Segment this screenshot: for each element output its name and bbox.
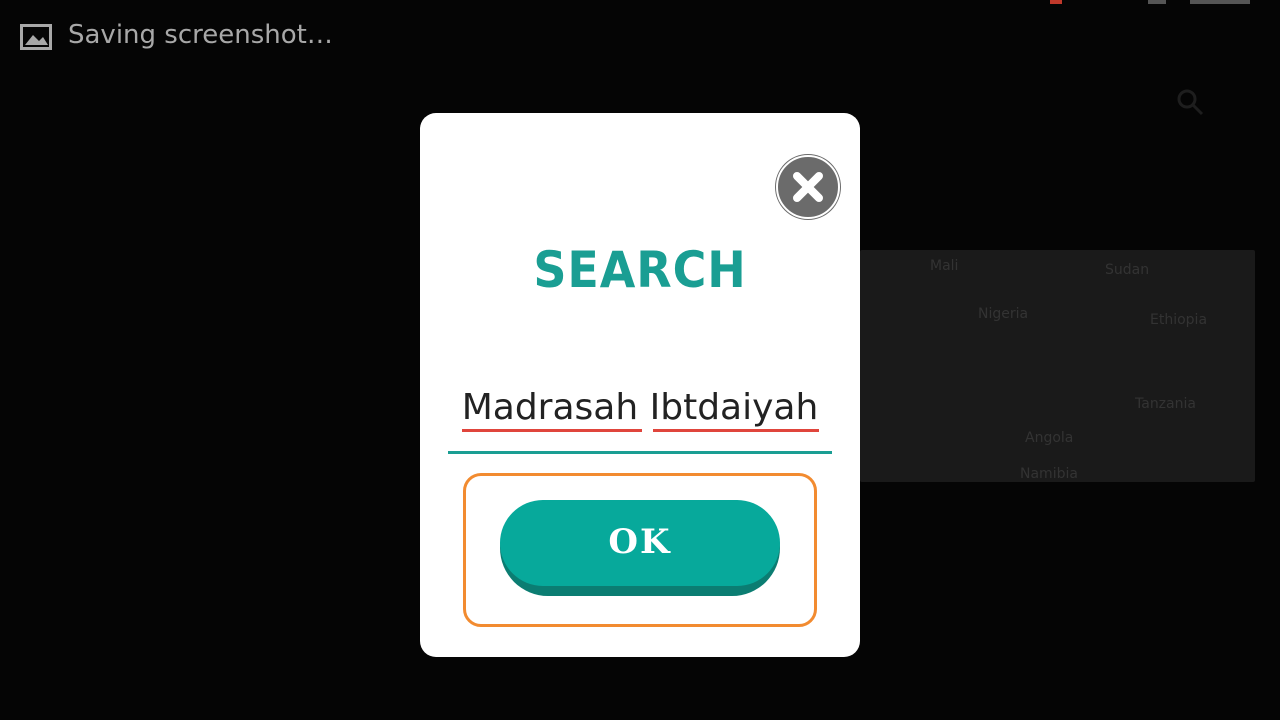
search-input-value: Madrasah Ibtdaiyah: [461, 387, 819, 428]
map-label: Sudan: [1105, 262, 1150, 278]
ok-button-label: OK: [608, 522, 672, 562]
close-button[interactable]: [775, 154, 841, 220]
map-label: Angola: [1025, 430, 1074, 446]
map-label: Tanzania: [1135, 396, 1196, 412]
map-label: Ethiopia: [1150, 312, 1208, 328]
map-label: Nigeria: [978, 306, 1029, 322]
ok-button[interactable]: OK: [500, 500, 780, 596]
map-label: Namibia: [1020, 466, 1078, 482]
close-icon: [776, 155, 840, 219]
dialog-title: SEARCH: [533, 241, 747, 299]
image-icon: [20, 24, 52, 50]
screen: Mali Sudan Nigeria Ethiopia Tanzania Ang…: [0, 0, 1280, 720]
notification-text: Saving screenshot…: [68, 20, 333, 50]
map-label: Mali: [930, 258, 959, 274]
search-dialog: SEARCH Madrasah Ibtdaiyah OK: [420, 113, 860, 657]
background-map: Mali Sudan Nigeria Ethiopia Tanzania Ang…: [860, 250, 1255, 482]
ok-button-face: OK: [500, 500, 780, 586]
spellcheck-underline: [653, 429, 819, 432]
screenshot-notification: Saving screenshot…: [0, 0, 1280, 60]
search-input[interactable]: Madrasah Ibtdaiyah: [448, 379, 832, 454]
spellcheck-underline: [462, 429, 642, 432]
search-icon: [1177, 89, 1204, 116]
